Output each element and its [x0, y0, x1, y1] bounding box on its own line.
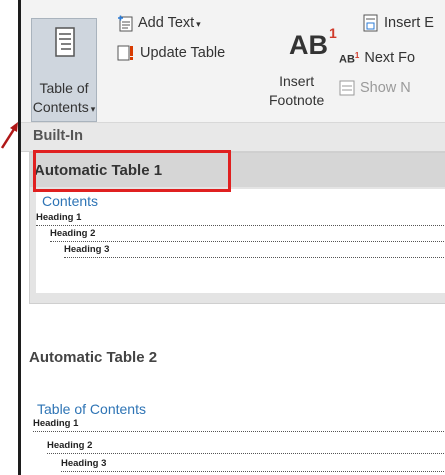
gallery-section-header: Built-In [21, 123, 445, 152]
toc-heading: Table of Contents [37, 401, 146, 417]
toc-entry-level-3: Heading 3 [61, 458, 445, 472]
table-of-contents-icon [55, 27, 75, 57]
automatic-table-2-option[interactable]: Table of Contents Heading 1 Heading 2 He… [29, 391, 445, 475]
add-text-icon [118, 15, 133, 32]
toc-entry-level-2: Heading 2 [47, 440, 445, 454]
next-footnote-button[interactable]: AB1 Next Fo [339, 50, 415, 66]
toc-gallery-dropdown: Built-In Automatic Table 1 Contents Head… [21, 123, 445, 475]
toc-entry-level-3: Heading 3 [64, 244, 445, 258]
add-text-button[interactable]: Add Text ▾ [117, 14, 201, 32]
ribbon-references: Table of Contents ▾ Add Text ▾ Update Tabl… [21, 0, 445, 123]
automatic-table-1-option[interactable]: Automatic Table 1 Contents Heading 1 Hea… [29, 152, 445, 304]
chevron-down-icon: ▾ [90, 104, 96, 114]
automatic-table-2-title[interactable]: Automatic Table 2 [29, 349, 157, 366]
update-table-button[interactable]: Update Table [117, 44, 225, 62]
insert-footnote-icon[interactable]: AB1 [289, 25, 337, 61]
toc-heading: Contents [42, 193, 99, 209]
word-window: Table of Contents ▾ Add Text ▾ Update Tabl… [18, 0, 445, 475]
update-table-icon [117, 45, 133, 61]
toc-preview: Contents Heading 1 Heading 2 Heading 3 [36, 189, 445, 293]
toc-entry-level-2: Heading 2 [50, 228, 445, 242]
next-footnote-icon: AB1 [339, 50, 360, 66]
tile-title-row: Automatic Table 1 [30, 153, 445, 187]
show-notes-icon [339, 80, 355, 96]
table-of-contents-label: Table of Contents ▾ [32, 80, 96, 115]
table-of-contents-button[interactable]: Table of Contents ▾ [31, 18, 97, 122]
tile-title: Automatic Table 1 [34, 162, 163, 179]
toc-entry-level-1: Heading 1 [33, 418, 445, 432]
toc-entry-level-1: Heading 1 [36, 212, 445, 226]
insert-footnote-button[interactable]: Insert Footnote [269, 72, 324, 110]
insert-endnote-button[interactable]: Insert E [361, 14, 434, 32]
insert-endnote-icon [363, 14, 378, 32]
show-notes-button[interactable]: Show N [339, 80, 411, 96]
